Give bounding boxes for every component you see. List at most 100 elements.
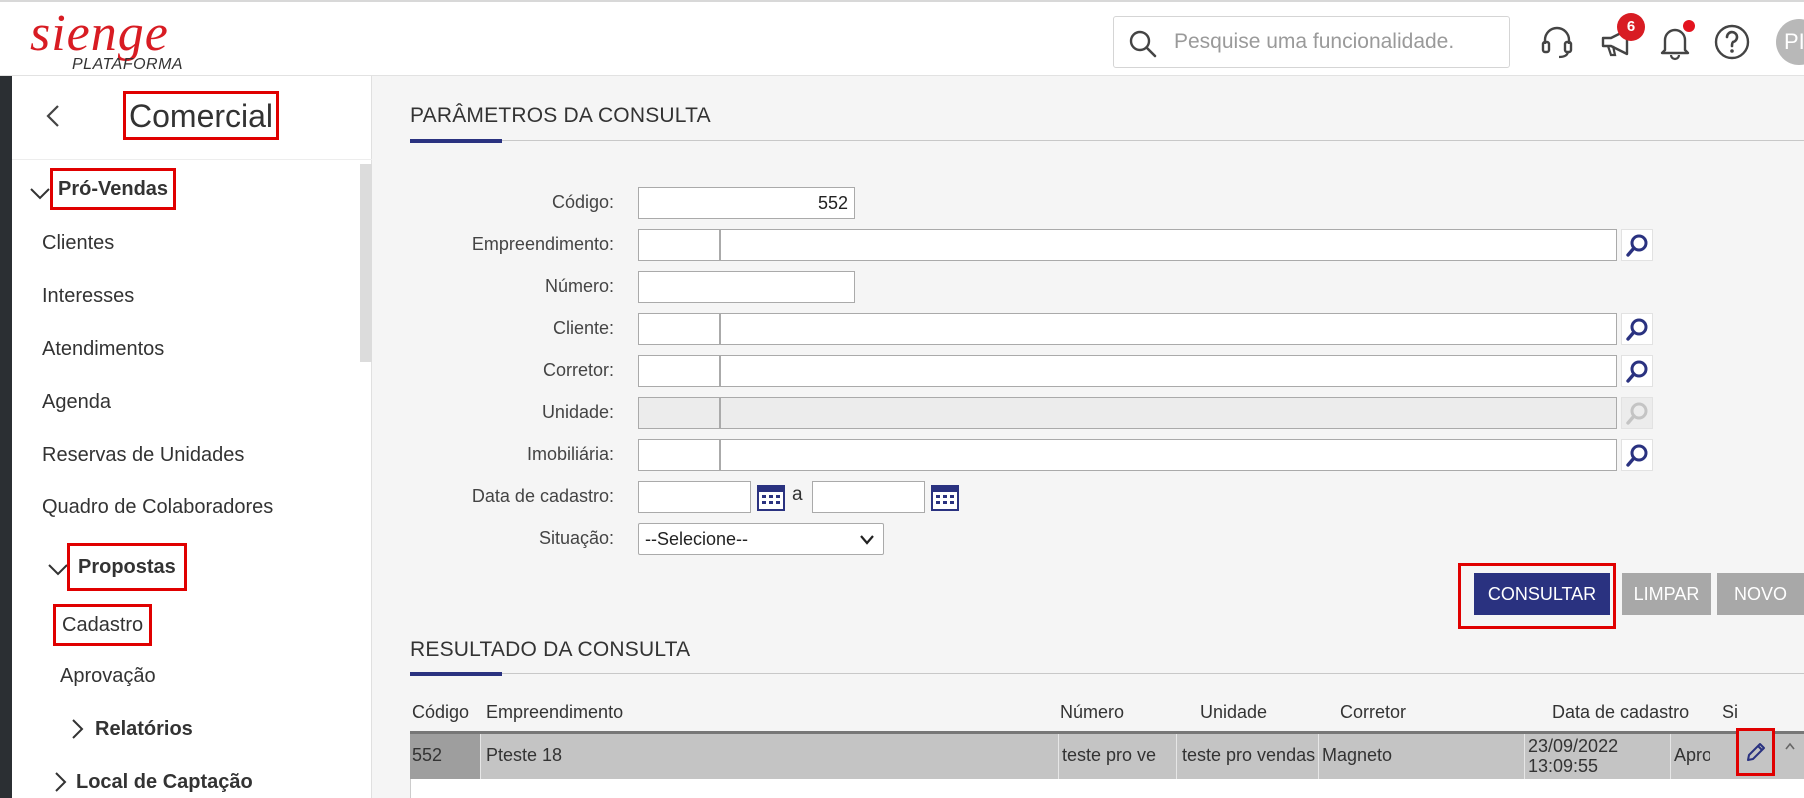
chevron-right-icon[interactable] — [65, 717, 89, 741]
sidebar-item-local-captacao[interactable]: Local de Captação — [76, 771, 253, 794]
magnifier-icon — [1626, 318, 1648, 341]
sidebar-subgroup-propostas[interactable]: Propostas — [67, 543, 187, 591]
cell-unidade: teste pro vendas — [1182, 745, 1316, 765]
imobiliaria-name-input[interactable] — [720, 439, 1617, 471]
scroll-up-icon[interactable] — [1784, 741, 1796, 751]
situacao-selected-value: --Selecione-- — [645, 529, 749, 549]
table-body-empty — [410, 779, 1804, 798]
magnifier-icon — [1626, 234, 1648, 257]
sidebar-item-agenda[interactable]: Agenda — [42, 391, 111, 414]
params-divider — [410, 140, 1804, 141]
imobiliaria-code-input[interactable] — [638, 439, 720, 471]
empreendimento-lookup-button[interactable] — [1621, 229, 1653, 261]
col-header-data-cadastro[interactable]: Data de cadastro — [1552, 702, 1689, 723]
sidebar-item-clientes[interactable]: Clientes — [42, 232, 114, 255]
unidade-code-input — [638, 397, 720, 429]
chevron-down-icon — [860, 535, 874, 545]
cell-codigo: 552 — [410, 734, 480, 779]
sidebar-item-interesses[interactable]: Interesses — [42, 285, 134, 308]
cell-situacao: Apro — [1674, 745, 1710, 765]
col-header-corretor[interactable]: Corretor — [1340, 702, 1406, 723]
cliente-label: Cliente: — [552, 318, 614, 338]
sidebar: Comercial Pró-Vendas Clientes Interesses… — [12, 76, 372, 798]
col-header-unidade[interactable]: Unidade — [1200, 702, 1267, 723]
col-header-empreendimento[interactable]: Empreendimento — [486, 702, 623, 723]
search-box[interactable] — [1113, 16, 1510, 68]
empreendimento-label: Empreendimento: — [471, 234, 614, 254]
sidebar-item-reservas[interactable]: Reservas de Unidades — [42, 444, 244, 467]
col-header-numero[interactable]: Número — [1060, 702, 1124, 723]
cell-separator — [1670, 734, 1671, 779]
sidebar-group-pro-vendas[interactable]: Pró-Vendas — [50, 168, 177, 210]
table-row[interactable]: 552 Pteste 18 teste pro ve teste pro ven… — [410, 731, 1804, 779]
cell-separator — [480, 734, 481, 779]
consultar-button[interactable]: CONSULTAR — [1474, 573, 1610, 615]
edit-button[interactable] — [1736, 728, 1775, 776]
cliente-name-input[interactable] — [720, 313, 1617, 345]
corretor-label: Corretor: — [542, 360, 614, 380]
pencil-icon — [1747, 743, 1765, 761]
unidade-label: Unidade: — [541, 402, 614, 422]
params-accent — [410, 139, 502, 143]
logo-wordmark: sienge — [30, 5, 169, 62]
corretor-lookup-button[interactable] — [1621, 355, 1653, 387]
sidebar-scrollbar[interactable] — [360, 164, 372, 362]
logo-subtitle: PLATAFORMA — [72, 56, 184, 73]
novo-button[interactable]: NOVO — [1717, 573, 1804, 615]
corretor-name-input[interactable] — [720, 355, 1617, 387]
imobiliaria-lookup-button[interactable] — [1621, 439, 1653, 471]
module-title: Comercial — [123, 91, 280, 140]
search-input[interactable] — [1174, 25, 1494, 59]
numero-input[interactable] — [638, 271, 855, 303]
headset-icon[interactable] — [1537, 22, 1577, 62]
unidade-lookup-button — [1621, 397, 1653, 429]
magnifier-icon — [1626, 402, 1648, 425]
cell-corretor: Magneto — [1322, 745, 1393, 765]
empreendimento-name-input[interactable] — [720, 229, 1617, 261]
cell-empreendimento: Pteste 18 — [486, 745, 563, 765]
back-chevron-icon[interactable] — [36, 98, 72, 134]
corretor-code-input[interactable] — [638, 355, 720, 387]
sidebar-item-quadro[interactable]: Quadro de Colaboradores — [42, 496, 273, 519]
top-bar: sienge PLATAFORMA 6 PI — [0, 0, 1804, 76]
col-header-situacao[interactable]: Si — [1722, 702, 1738, 723]
col-header-codigo[interactable]: Código — [412, 702, 469, 723]
empreendimento-code-input[interactable] — [638, 229, 720, 261]
situacao-label: Situação: — [538, 528, 614, 548]
results-accent — [410, 672, 502, 676]
magnifier-icon — [1626, 444, 1648, 467]
sienge-logo[interactable]: sienge PLATAFORMA — [26, 4, 196, 76]
cliente-lookup-button[interactable] — [1621, 313, 1653, 345]
chevron-down-icon[interactable] — [28, 181, 52, 205]
main-content: PARÂMETROS DA CONSULTA Código: Empreendi… — [372, 76, 1804, 798]
calendar-icon[interactable] — [930, 482, 960, 512]
user-avatar[interactable]: PI — [1776, 19, 1804, 65]
chevron-right-icon[interactable] — [48, 770, 72, 794]
limpar-button[interactable]: LIMPAR — [1622, 573, 1711, 615]
results-divider — [410, 673, 1804, 674]
cell-data-time: 13:09:55 — [1528, 756, 1599, 776]
data-fim-input[interactable] — [812, 481, 925, 513]
sidebar-item-atendimentos[interactable]: Atendimentos — [42, 338, 164, 361]
cell-separator — [1524, 734, 1525, 779]
cell-numero: teste pro ve — [1062, 745, 1157, 765]
sidebar-item-aprovacao[interactable]: Aprovação — [60, 665, 156, 688]
data-range-separator: a — [792, 484, 803, 505]
help-icon[interactable] — [1712, 22, 1752, 62]
imobiliaria-label: Imobiliária: — [526, 444, 614, 464]
situacao-select[interactable]: --Selecione-- — [638, 523, 884, 555]
calendar-icon[interactable] — [756, 482, 786, 512]
sidebar-item-cadastro[interactable]: Cadastro — [53, 604, 153, 646]
unidade-name-input — [720, 397, 1617, 429]
alert-dot — [1683, 20, 1695, 32]
search-icon — [1129, 30, 1157, 58]
cliente-code-input[interactable] — [638, 313, 720, 345]
notification-count-badge: 6 — [1617, 13, 1645, 41]
sidebar-item-relatorios[interactable]: Relatórios — [95, 718, 193, 741]
data-cadastro-label: Data de cadastro: — [471, 486, 614, 506]
cell-data-cadastro: 23/09/2022 13:09:55 — [1528, 734, 1668, 779]
codigo-input[interactable] — [638, 187, 855, 219]
cell-data-date: 23/09/2022 — [1528, 736, 1619, 756]
params-section-title: PARÂMETROS DA CONSULTA — [410, 104, 711, 127]
data-inicio-input[interactable] — [638, 481, 751, 513]
